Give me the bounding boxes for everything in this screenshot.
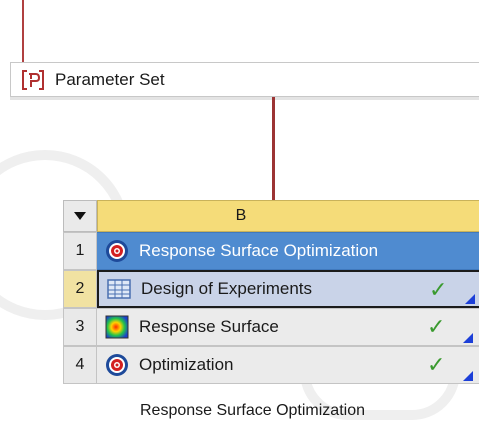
design-of-experiments-cell[interactable]: Design of Experiments ✓ [97,270,479,308]
check-icon: ✓ [429,277,448,302]
parameter-set-label: Parameter Set [55,69,165,89]
system-column-header: B [97,200,479,232]
check-icon: ✓ [427,352,446,377]
system-row-optimization[interactable]: 4 Optimization ✓ [63,346,479,384]
connector-line-top [22,0,24,62]
target-icon [105,353,129,377]
row-number: 4 [63,346,97,384]
response-surface-cell[interactable]: Response Surface ✓ [97,308,479,346]
surface-plot-icon [105,315,129,339]
corner-marker-icon [463,371,473,381]
dropdown-triangle-icon [74,212,86,220]
system-menu-button[interactable] [63,200,97,232]
design-of-experiments-label: Design of Experiments [141,279,313,298]
system-caption[interactable]: Response Surface Optimization [140,402,365,420]
row-number: 2 [63,270,97,308]
response-surface-label: Response Surface [139,317,279,336]
check-icon: ✓ [427,314,446,339]
system-row-title[interactable]: 1 Response Surface Optimization [63,232,479,270]
parameter-set-bar[interactable]: Parameter Set [10,62,479,97]
row-number: 3 [63,308,97,346]
optimization-cell[interactable]: Optimization ✓ [97,346,479,384]
system-header: B [63,200,479,232]
corner-marker-icon [465,294,475,304]
system-row-response-surface[interactable]: 3 Response Surface ✓ [63,308,479,346]
system-title-label: Response Surface Optimization [139,241,379,260]
table-grid-icon [107,277,131,301]
connector-line-parameter [272,97,275,203]
workbench-canvas: Parameter Set B 1 Response Surface Optim… [0,0,479,425]
optimization-label: Optimization [139,355,234,374]
target-icon [105,239,129,263]
system-title-cell[interactable]: Response Surface Optimization [97,232,479,270]
parameter-set-icon [19,68,47,92]
system-row-design-of-experiments[interactable]: 2 Design of Experiments ✓ [63,270,479,308]
system-block[interactable]: B 1 Response Surface Optimization 2 Desi… [63,200,479,384]
corner-marker-icon [463,333,473,343]
row-number: 1 [63,232,97,270]
